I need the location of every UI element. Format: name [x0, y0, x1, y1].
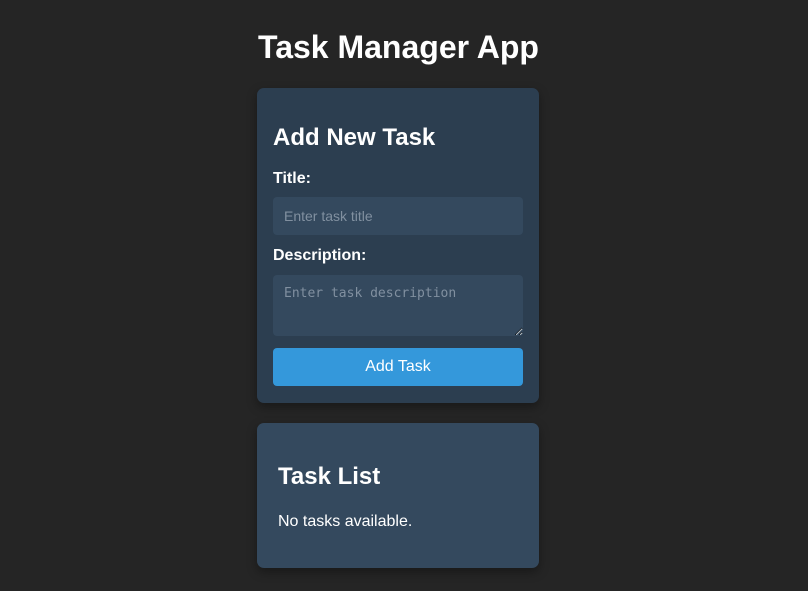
- task-description-input[interactable]: [273, 275, 523, 336]
- add-task-button[interactable]: Add Task: [273, 348, 523, 386]
- page-title: Task Manager App: [258, 29, 539, 65]
- task-list-heading: Task List: [278, 463, 381, 490]
- title-label: Title:: [273, 170, 311, 187]
- task-list-card: Task List No tasks available.: [257, 423, 539, 568]
- description-label: Description:: [273, 247, 367, 264]
- add-task-card: Add New Task Title: Description: Add Tas…: [257, 88, 539, 403]
- empty-task-message: No tasks available.: [278, 513, 413, 530]
- add-task-heading: Add New Task: [273, 124, 436, 151]
- task-title-input[interactable]: [273, 197, 523, 235]
